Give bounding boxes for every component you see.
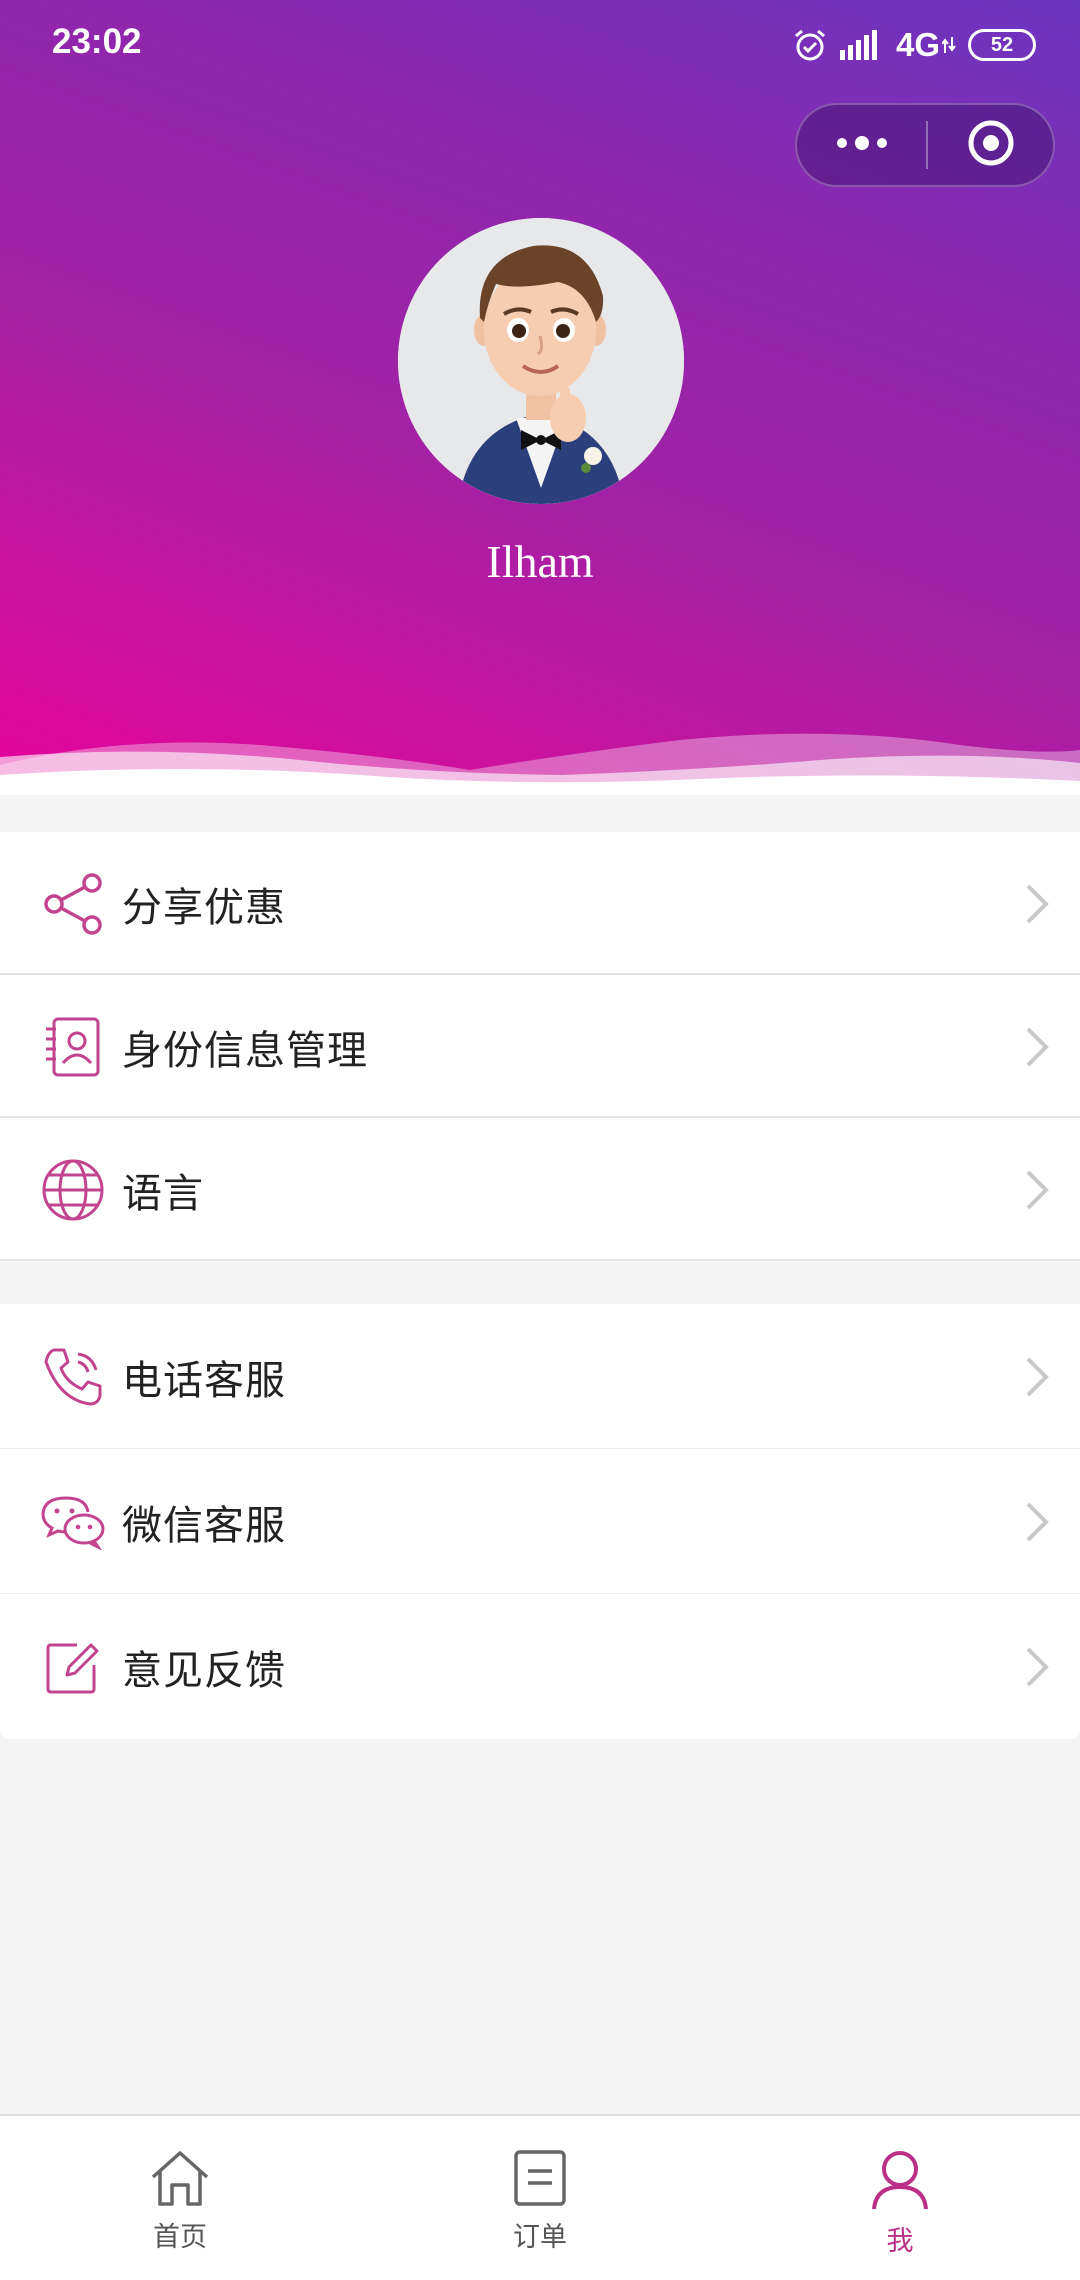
menu-label: 意见反馈 <box>122 1647 286 1694</box>
menu-item-language[interactable]: 语言 <box>0 1118 1080 1261</box>
chevron-right-icon <box>1024 1500 1050 1548</box>
status-icons: 4G 52 <box>792 24 1036 66</box>
menu-item-feedback[interactable]: 意见反馈 <box>0 1594 1080 1739</box>
menu-item-share-discount[interactable]: 分享优惠 <box>0 832 1080 975</box>
tab-label: 订单 <box>513 2222 567 2253</box>
battery-icon: 52 <box>968 29 1036 61</box>
menu-group-account: 分享优惠 身份信息管理 语言 <box>0 832 1080 1261</box>
status-time: 23:02 <box>52 22 142 61</box>
tab-label: 我 <box>886 2226 914 2257</box>
menu-label: 微信客服 <box>122 1502 286 1549</box>
network-arrows-icon <box>942 35 956 55</box>
bottom-tab-bar: 首页 订单 我 <box>0 2114 1080 2280</box>
id-card-icon <box>40 1014 106 1080</box>
avatar[interactable] <box>398 218 684 504</box>
chevron-right-icon <box>1024 882 1050 930</box>
tab-me[interactable]: 我 <box>720 2116 1080 2280</box>
header-wave <box>0 733 1080 795</box>
chevron-right-icon <box>1024 1025 1050 1073</box>
signal-icon <box>839 30 884 60</box>
menu-label: 语言 <box>122 1170 204 1217</box>
user-name: Ilham <box>486 536 594 587</box>
tab-home[interactable]: 首页 <box>0 2116 360 2280</box>
status-bar: 23:02 4G 52 <box>0 0 1080 90</box>
more-button[interactable] <box>797 105 926 185</box>
tab-orders[interactable]: 订单 <box>360 2116 720 2280</box>
menu-label: 分享优惠 <box>122 884 286 931</box>
profile-header: 23:02 4G 52 Ilham <box>0 0 1080 795</box>
chevron-right-icon <box>1024 1355 1050 1403</box>
menu-label: 身份信息管理 <box>122 1027 368 1074</box>
mini-program-capsule <box>795 103 1055 187</box>
menu-label: 电话客服 <box>122 1357 286 1404</box>
more-dots-icon <box>834 133 890 157</box>
network-type: 4G <box>895 26 940 63</box>
user-icon <box>870 2149 930 2215</box>
chevron-right-icon <box>1024 1168 1050 1216</box>
order-icon <box>513 2149 567 2211</box>
home-icon <box>149 2149 211 2211</box>
edit-icon <box>40 1634 106 1700</box>
close-button[interactable] <box>928 105 1053 185</box>
globe-icon <box>40 1157 106 1223</box>
menu-item-phone-service[interactable]: 电话客服 <box>0 1304 1080 1449</box>
share-icon <box>40 871 106 937</box>
menu-item-wechat-service[interactable]: 微信客服 <box>0 1449 1080 1594</box>
tab-label: 首页 <box>153 2222 207 2253</box>
phone-icon <box>40 1344 106 1410</box>
target-circle-icon <box>966 118 1016 172</box>
battery-level: 52 <box>990 33 1014 56</box>
profile-page: 23:02 4G 52 Ilham 分享优惠 身份信息管理 语言 电话客服 微信… <box>0 0 1080 2280</box>
menu-item-identity-management[interactable]: 身份信息管理 <box>0 975 1080 1118</box>
wechat-icon <box>40 1489 106 1555</box>
menu-group-support: 电话客服 微信客服 意见反馈 <box>0 1304 1080 1739</box>
chevron-right-icon <box>1024 1645 1050 1693</box>
alarm-icon <box>792 27 828 63</box>
